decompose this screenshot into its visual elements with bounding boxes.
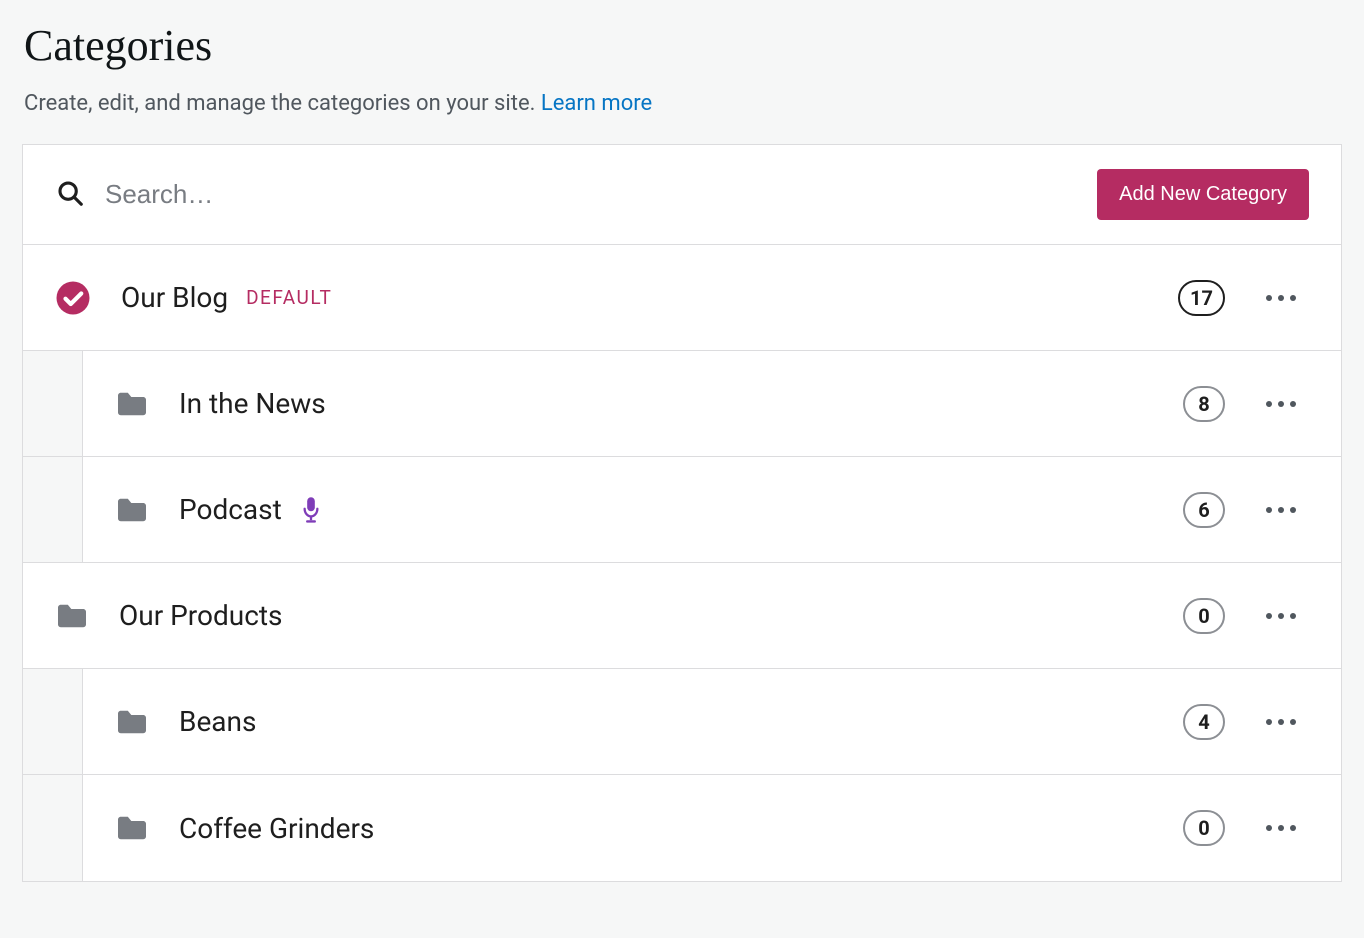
page-subtitle: Create, edit, and manage the categories … (24, 87, 1340, 120)
add-new-category-button[interactable]: Add New Category (1097, 169, 1309, 220)
more-actions-button[interactable] (1253, 601, 1309, 631)
post-count-badge: 0 (1183, 810, 1225, 846)
category-row-beans[interactable]: Beans 4 (23, 669, 1341, 775)
category-name: Our Blog (121, 281, 228, 314)
category-row-our-blog[interactable]: Our Blog DEFAULT 17 (23, 245, 1341, 351)
category-label: Podcast (179, 493, 322, 526)
more-actions-button[interactable] (1253, 813, 1309, 843)
more-actions-button[interactable] (1253, 389, 1309, 419)
indent-gutter (23, 457, 83, 562)
page-header: Categories Create, edit, and manage the … (0, 20, 1364, 144)
page-title: Categories (24, 20, 1340, 71)
post-count-badge: 4 (1183, 704, 1225, 740)
category-row-in-the-news[interactable]: In the News 8 (23, 351, 1341, 457)
category-label: Our Products (119, 599, 282, 632)
category-name: Beans (179, 705, 256, 738)
toolbar: Add New Category (23, 145, 1341, 245)
default-badge: DEFAULT (246, 286, 332, 309)
category-label: Coffee Grinders (179, 812, 374, 845)
category-row-podcast[interactable]: Podcast 6 (23, 457, 1341, 563)
categories-panel: Add New Category Our Blog DEFAULT 17 In … (22, 144, 1342, 882)
post-count-badge: 8 (1183, 386, 1225, 422)
search-input[interactable] (105, 179, 1077, 210)
post-count-badge: 17 (1178, 280, 1225, 316)
indent-gutter (23, 669, 83, 774)
category-name: In the News (179, 387, 326, 420)
folder-icon (55, 602, 89, 630)
subtitle-text: Create, edit, and manage the categories … (24, 91, 541, 116)
folder-icon (115, 390, 149, 418)
category-name: Coffee Grinders (179, 812, 374, 845)
category-row-our-products[interactable]: Our Products 0 (23, 563, 1341, 669)
indent-gutter (23, 351, 83, 456)
learn-more-link[interactable]: Learn more (541, 91, 652, 116)
category-name: Podcast (179, 493, 282, 526)
folder-icon (115, 496, 149, 524)
post-count-badge: 0 (1183, 598, 1225, 634)
category-label: Beans (179, 705, 256, 738)
microphone-icon (300, 496, 322, 524)
more-actions-button[interactable] (1253, 707, 1309, 737)
more-actions-button[interactable] (1253, 495, 1309, 525)
indent-gutter (23, 775, 83, 881)
category-label: Our Blog DEFAULT (121, 281, 332, 314)
more-actions-button[interactable] (1253, 283, 1309, 313)
search-icon (55, 178, 85, 212)
category-name: Our Products (119, 599, 282, 632)
folder-icon (115, 708, 149, 736)
post-count-badge: 6 (1183, 492, 1225, 528)
category-label: In the News (179, 387, 326, 420)
folder-icon (115, 814, 149, 842)
category-row-coffee-grinders[interactable]: Coffee Grinders 0 (23, 775, 1341, 881)
checkmark-circle-icon (55, 280, 91, 316)
